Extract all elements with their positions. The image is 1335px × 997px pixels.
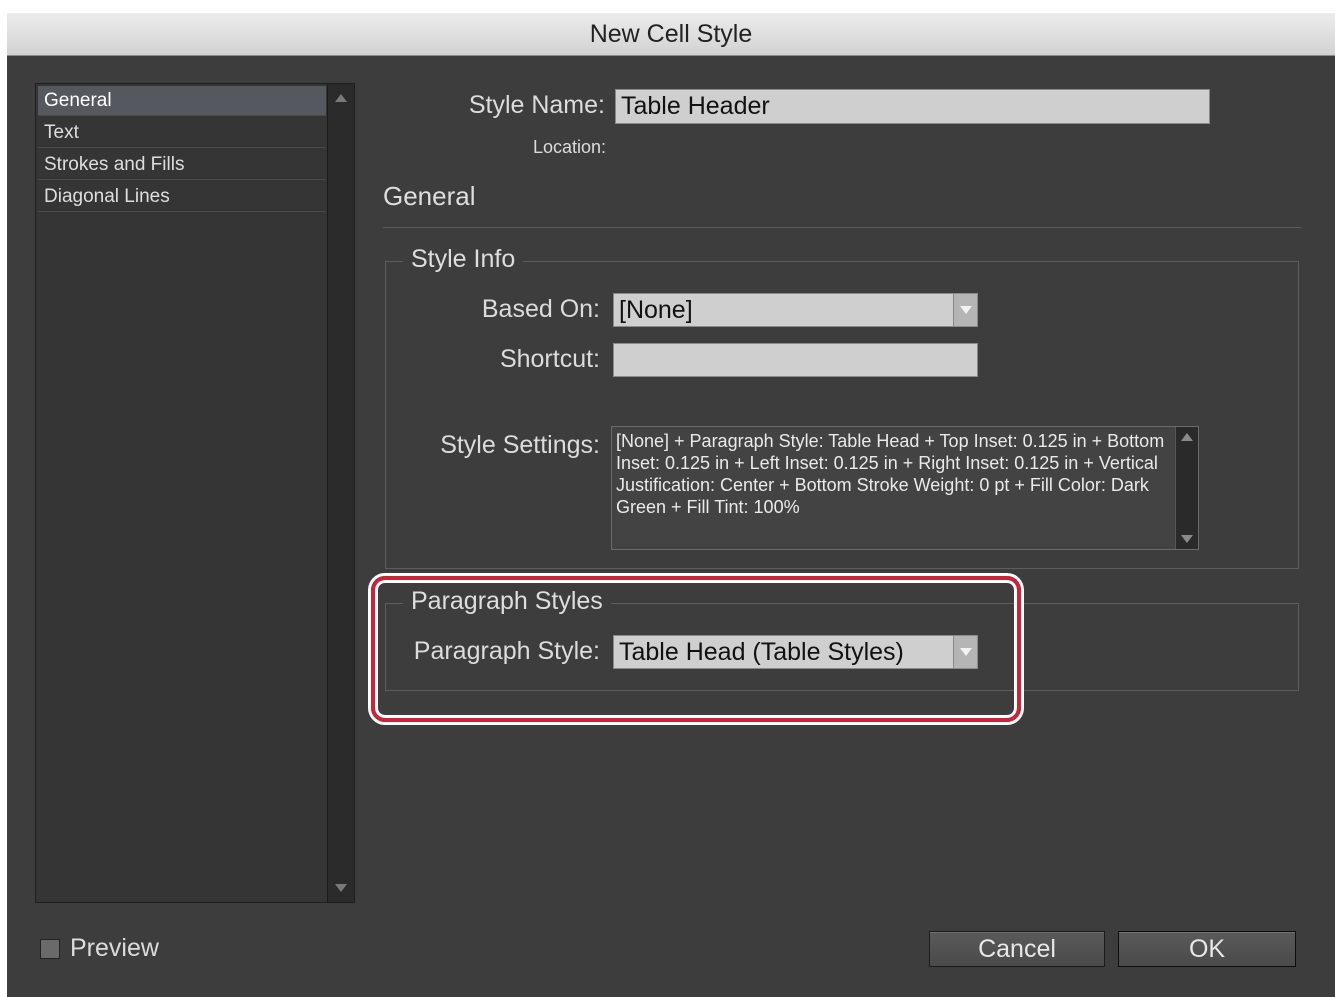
scroll-up-icon[interactable]	[1181, 433, 1193, 441]
dialog-title: New Cell Style	[7, 13, 1335, 56]
scroll-down-icon[interactable]	[1181, 535, 1193, 543]
style-settings-label: Style Settings:	[440, 431, 600, 459]
sidebar-item-strokes-and-fills[interactable]: Strokes and Fills	[38, 150, 326, 180]
heading-divider	[383, 227, 1301, 228]
style-settings-text: [None] + Paragraph Style: Table Head + T…	[611, 426, 1199, 550]
preview-label[interactable]: Preview	[70, 934, 159, 963]
based-on-label: Based On:	[481, 295, 600, 323]
sidebar-item-diagonal-lines[interactable]: Diagonal Lines	[38, 182, 326, 212]
preview-checkbox[interactable]	[40, 939, 60, 959]
sidebar-item-general[interactable]: General	[38, 86, 326, 116]
shortcut-label: Shortcut:	[499, 345, 600, 373]
scroll-up-icon[interactable]	[335, 94, 347, 102]
new-cell-style-dialog: New Cell Style General Text Strokes and …	[7, 13, 1335, 997]
chevron-down-icon[interactable]	[953, 294, 977, 326]
shortcut-input[interactable]	[613, 343, 978, 377]
sidebar-item-text[interactable]: Text	[38, 118, 326, 148]
style-settings-scrollbar[interactable]	[1175, 427, 1198, 549]
cancel-button[interactable]: Cancel	[929, 931, 1105, 967]
location-label: Location:	[532, 137, 606, 157]
based-on-value: [None]	[619, 296, 693, 324]
style-settings-content: [None] + Paragraph Style: Table Head + T…	[616, 431, 1165, 517]
ok-button[interactable]: OK	[1118, 931, 1296, 967]
highlight-annotation	[371, 576, 1021, 722]
general-heading: General	[383, 181, 476, 211]
category-list: General Text Strokes and Fills Diagonal …	[35, 83, 355, 903]
style-name-input[interactable]: Table Header	[615, 89, 1210, 124]
scroll-down-icon[interactable]	[335, 884, 347, 892]
sidebar-scrollbar[interactable]	[327, 84, 354, 902]
based-on-select[interactable]: [None]	[613, 293, 978, 327]
style-name-label: Style Name:	[468, 91, 605, 119]
style-info-legend: Style Info	[403, 245, 524, 274]
